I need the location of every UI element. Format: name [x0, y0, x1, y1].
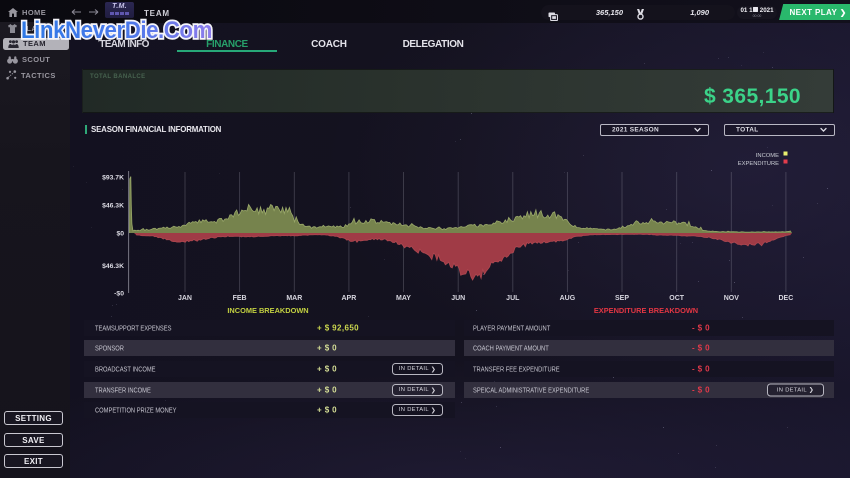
svg-text:JUN: JUN [451, 295, 465, 302]
svg-text:NOV: NOV [724, 295, 740, 302]
svg-text:SEP: SEP [615, 295, 629, 302]
svg-text:$46.3K: $46.3K [102, 263, 124, 270]
svg-text:AUG: AUG [560, 295, 576, 302]
svg-text:JUL: JUL [506, 295, 520, 302]
svg-text:JAN: JAN [178, 295, 192, 302]
svg-text:-$0: -$0 [114, 290, 124, 297]
svg-text:APR: APR [342, 295, 357, 302]
svg-text:DEC: DEC [779, 295, 794, 302]
svg-text:$46.3K: $46.3K [102, 202, 124, 209]
svg-text:OCT: OCT [669, 295, 685, 302]
svg-text:$93.7K: $93.7K [102, 174, 124, 181]
svg-text:INCOME: INCOME [756, 153, 779, 159]
svg-text:$0: $0 [116, 230, 124, 237]
svg-text:EXPENDITURE: EXPENDITURE [738, 161, 779, 167]
svg-text:FEB: FEB [233, 295, 247, 302]
svg-text:MAR: MAR [286, 295, 302, 302]
svg-text:MAY: MAY [396, 295, 411, 302]
